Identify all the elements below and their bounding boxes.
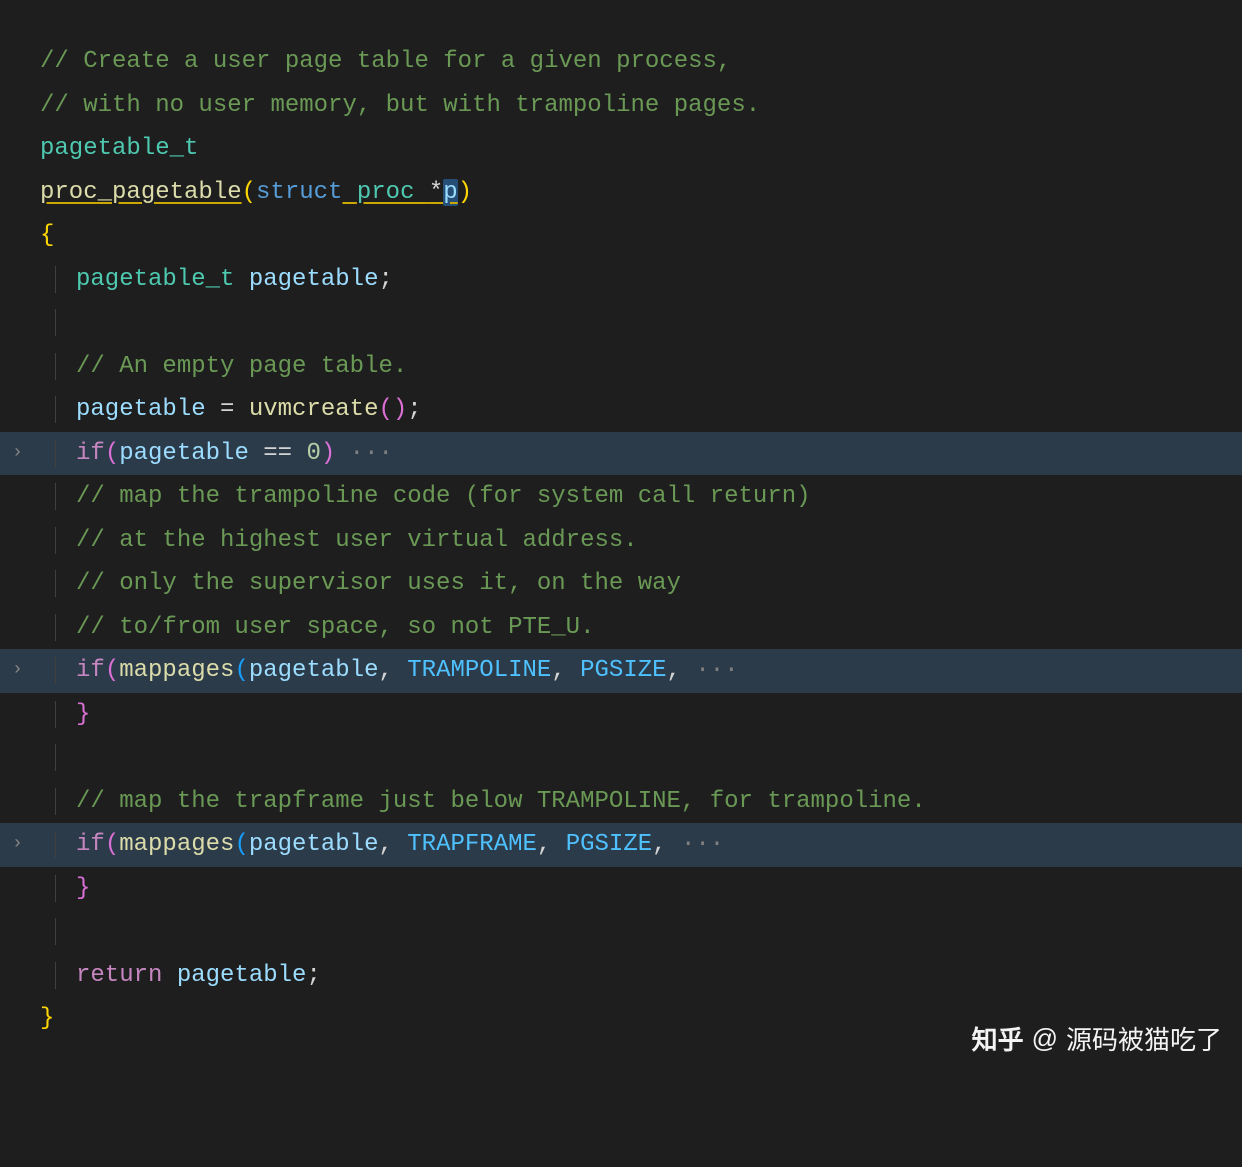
code-line[interactable]: pagetable_t pagetable;: [0, 258, 1242, 302]
code-line[interactable]: [0, 301, 1242, 345]
param-p: p: [443, 179, 457, 206]
paren-close: ): [321, 440, 335, 467]
function-call: mappages: [119, 657, 234, 684]
keyword-struct: struct: [256, 179, 342, 206]
type-proc: proc: [357, 179, 415, 206]
function-call: uvmcreate: [249, 396, 379, 423]
comma: ,: [378, 831, 392, 858]
var-name: pagetable: [177, 962, 307, 989]
code-line-folded[interactable]: ›if(mappages(pagetable, TRAPFRAME, PGSIZ…: [0, 823, 1242, 867]
comment-text: // Create a user page table for a given …: [40, 48, 731, 75]
code-line[interactable]: // at the highest user virtual address.: [0, 519, 1242, 563]
comma: ,: [378, 657, 392, 684]
pointer-star: *: [429, 179, 443, 206]
comma: ,: [652, 831, 666, 858]
semicolon: ;: [306, 962, 320, 989]
watermark-author: 源码被猫吃了: [1066, 1020, 1222, 1057]
fold-ellipsis-icon[interactable]: ···: [681, 831, 724, 858]
brace-close: }: [76, 875, 90, 902]
code-line[interactable]: pagetable = uvmcreate();: [0, 388, 1242, 432]
comment-text: // with no user memory, but with trampol…: [40, 92, 760, 119]
brace-close: }: [40, 1005, 54, 1032]
paren-open: (: [242, 179, 256, 206]
keyword-return: return: [76, 962, 162, 989]
function-call: mappages: [119, 831, 234, 858]
code-editor[interactable]: // Create a user page table for a given …: [0, 0, 1242, 1041]
constant-name: PGSIZE: [580, 657, 666, 684]
comment-text: // map the trapframe just below TRAMPOLI…: [76, 788, 926, 815]
type-name: pagetable_t: [40, 135, 198, 162]
comment-text: // only the supervisor uses it, on the w…: [76, 570, 681, 597]
chevron-right-icon[interactable]: ›: [12, 432, 23, 476]
chevron-right-icon[interactable]: ›: [12, 823, 23, 867]
var-name: pagetable: [249, 266, 379, 293]
code-line[interactable]: // map the trapframe just below TRAMPOLI…: [0, 780, 1242, 824]
keyword-if: if: [76, 440, 105, 467]
semicolon: ;: [378, 266, 392, 293]
comment-text: // at the highest user virtual address.: [76, 527, 638, 554]
paren-close: ): [458, 179, 472, 206]
code-line[interactable]: [0, 910, 1242, 954]
function-name: proc_pagetable: [40, 179, 242, 206]
code-line-folded[interactable]: ›if(mappages(pagetable, TRAMPOLINE, PGSI…: [0, 649, 1242, 693]
equals-op: =: [206, 396, 249, 423]
type-name: pagetable_t: [76, 266, 234, 293]
brace-open: {: [40, 222, 54, 249]
constant-name: PGSIZE: [566, 831, 652, 858]
operator-eq: ==: [249, 440, 307, 467]
paren-open: (: [105, 440, 119, 467]
var-name: pagetable: [76, 396, 206, 423]
code-line[interactable]: // map the trampoline code (for system c…: [0, 475, 1242, 519]
code-line-folded[interactable]: › if(pagetable == 0) ···: [0, 432, 1242, 476]
paren-open: (: [105, 831, 119, 858]
code-line[interactable]: }: [0, 867, 1242, 911]
zhihu-logo-icon: 知乎: [972, 1020, 1024, 1057]
watermark-at: @: [1032, 1023, 1058, 1054]
chevron-right-icon[interactable]: ›: [12, 649, 23, 693]
code-line[interactable]: }: [0, 693, 1242, 737]
keyword-if: if: [76, 831, 105, 858]
keyword-if: if: [76, 657, 105, 684]
constant-name: TRAPFRAME: [407, 831, 537, 858]
code-line[interactable]: return pagetable;: [0, 954, 1242, 998]
comment-text: // An empty page table.: [76, 353, 407, 380]
fold-ellipsis-icon[interactable]: ···: [350, 440, 393, 467]
code-line[interactable]: pagetable_t: [0, 127, 1242, 171]
parens: (): [378, 396, 407, 423]
code-line[interactable]: // Create a user page table for a given …: [0, 40, 1242, 84]
number-literal: 0: [306, 440, 320, 467]
var-name: pagetable: [119, 440, 249, 467]
paren-open: (: [234, 657, 248, 684]
code-line[interactable]: proc_pagetable(struct proc *p): [0, 171, 1242, 215]
arg-var: pagetable: [249, 657, 379, 684]
brace-close: }: [76, 701, 90, 728]
code-line[interactable]: // only the supervisor uses it, on the w…: [0, 562, 1242, 606]
comment-text: // map the trampoline code (for system c…: [76, 483, 811, 510]
code-line[interactable]: {: [0, 214, 1242, 258]
semicolon: ;: [407, 396, 421, 423]
comma: ,: [551, 657, 565, 684]
arg-var: pagetable: [249, 831, 379, 858]
paren-open: (: [105, 657, 119, 684]
watermark: 知乎 @ 源码被猫吃了: [972, 1020, 1222, 1057]
code-line[interactable]: // An empty page table.: [0, 345, 1242, 389]
code-line[interactable]: // to/from user space, so not PTE_U.: [0, 606, 1242, 650]
paren-open: (: [234, 831, 248, 858]
comment-text: // to/from user space, so not PTE_U.: [76, 614, 594, 641]
code-line[interactable]: [0, 736, 1242, 780]
fold-ellipsis-icon[interactable]: ···: [695, 657, 738, 684]
comma: ,: [667, 657, 681, 684]
constant-name: TRAMPOLINE: [407, 657, 551, 684]
code-line[interactable]: // with no user memory, but with trampol…: [0, 84, 1242, 128]
comma: ,: [537, 831, 551, 858]
